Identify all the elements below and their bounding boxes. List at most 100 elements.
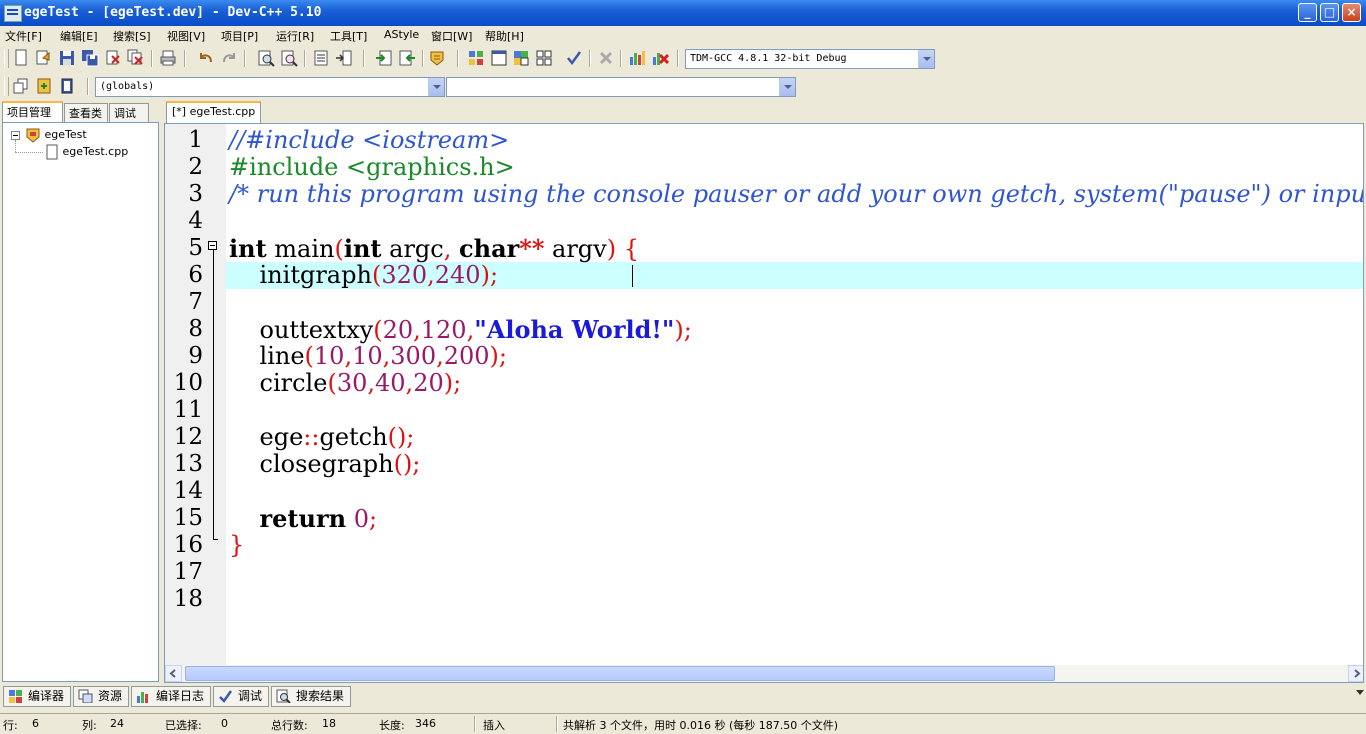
code-text-area[interactable]: //#include <iostream> #include <graphics.…: [226, 124, 1363, 666]
maximize-button[interactable]: □: [1320, 3, 1339, 22]
tab-resources[interactable]: 资源: [73, 686, 129, 707]
code-line: }: [229, 532, 244, 559]
tree-file-node[interactable]: egeTest.cpp: [45, 144, 128, 160]
code-token: main: [266, 235, 335, 263]
scope-select[interactable]: (globals): [95, 77, 445, 97]
scroll-right-icon[interactable]: [1348, 665, 1363, 682]
chevron-down-icon[interactable]: [918, 50, 934, 68]
print-icon[interactable]: [159, 49, 177, 67]
code-token: 300: [390, 342, 437, 370]
delete-profile-icon[interactable]: [651, 49, 670, 67]
tab-compiler[interactable]: 编译器: [3, 686, 71, 707]
editor-tab-egetest-cpp[interactable]: [*] egeTest.cpp: [166, 101, 262, 123]
status-separator: [556, 716, 558, 732]
expand-panel-icon[interactable]: [1356, 690, 1364, 695]
scrollbar-thumb[interactable]: [185, 666, 1055, 681]
toolbar-separator: [363, 50, 365, 67]
devcpp-app-icon[interactable]: [4, 5, 22, 22]
code-token: argc: [381, 235, 444, 263]
code-editor[interactable]: 1 2 3 4 5 6 7 8 9 10 11 12 13 14 15 16 17 18 //#include <…: [164, 123, 1364, 683]
classbar-toolbar: (globals): [0, 73, 800, 100]
compiler-select-value: TDM-GCC 4.8.1 32-bit Debug: [690, 53, 847, 64]
menu-help[interactable]: 帮助[H]: [485, 28, 524, 44]
tab-debug[interactable]: 调试: [109, 103, 149, 123]
bottom-panel-tabs: 编译器 资源 编译日志 调试 搜索结果: [0, 686, 1366, 708]
menu-search[interactable]: 搜索[S]: [113, 28, 151, 44]
menu-file[interactable]: 文件[F]: [5, 28, 42, 44]
stop-execution-icon[interactable]: [597, 49, 615, 67]
compiler-select[interactable]: TDM-GCC 4.8.1 32-bit Debug: [685, 49, 935, 69]
menu-window[interactable]: 窗口[W]: [431, 28, 472, 44]
close-button[interactable]: ×: [1342, 3, 1361, 22]
minimize-button[interactable]: _: [1298, 3, 1317, 22]
replace-icon[interactable]: [280, 49, 298, 67]
find-icon[interactable]: [257, 49, 275, 67]
chevron-down-icon[interactable]: [779, 78, 795, 96]
tab-project-manager[interactable]: 项目管理: [2, 101, 63, 123]
code-token: 240: [434, 261, 481, 289]
syntax-check-icon[interactable]: [565, 49, 583, 67]
member-select[interactable]: [446, 77, 796, 97]
code-token: }: [229, 531, 245, 559]
code-token: 40: [375, 369, 406, 397]
status-sel-value: 0: [221, 717, 228, 730]
profile-analysis-icon[interactable]: [628, 49, 646, 67]
menu-run[interactable]: 运行[R]: [276, 28, 314, 44]
menu-tools[interactable]: 工具[T]: [330, 28, 367, 44]
redo-icon[interactable]: [220, 49, 238, 67]
code-token: (: [327, 369, 337, 397]
menu-edit[interactable]: 编辑[E]: [60, 28, 98, 44]
new-file-icon[interactable]: [12, 49, 30, 67]
open-file-icon[interactable]: [34, 49, 52, 67]
save-all-icon[interactable]: [81, 49, 99, 67]
goto-function-icon[interactable]: [335, 49, 353, 67]
compile-run-icon[interactable]: [512, 49, 530, 67]
tab-compile-log[interactable]: 编译日志: [131, 686, 211, 707]
collapse-toggle-icon[interactable]: [11, 131, 20, 140]
close-file-icon[interactable]: [104, 49, 122, 67]
status-col-value: 24: [110, 717, 124, 730]
line-number: 17: [173, 559, 203, 585]
toolbar-separator: [589, 50, 591, 67]
compile-icon[interactable]: [467, 49, 485, 67]
goto-line-icon[interactable]: [312, 49, 330, 67]
tree-file-label: egeTest.cpp: [62, 145, 129, 158]
fold-collapse-icon[interactable]: [208, 241, 217, 250]
save-icon[interactable]: [58, 49, 76, 67]
code-token: 200: [443, 342, 490, 370]
project-options-icon[interactable]: [428, 49, 446, 67]
add-to-project-icon[interactable]: [398, 49, 416, 67]
code-token: ,: [427, 261, 435, 289]
menu-astyle[interactable]: AStyle: [384, 28, 419, 41]
menu-project[interactable]: 项目[P]: [221, 28, 258, 44]
code-token: "Aloha World!": [474, 315, 675, 344]
goto-bookmark-icon[interactable]: [58, 77, 76, 95]
close-all-icon[interactable]: [127, 49, 145, 67]
toolbar-grip[interactable]: [4, 49, 9, 68]
title-bar: egeTest - [egeTest.dev] - Dev-C++ 5.10 _…: [0, 0, 1366, 26]
tree-project-node[interactable]: egeTest: [25, 127, 87, 143]
tab-search-results[interactable]: 搜索结果: [271, 686, 351, 707]
line-number: 9: [188, 343, 203, 369]
toggle-bookmark-icon[interactable]: [35, 77, 53, 95]
chevron-down-icon[interactable]: [428, 78, 444, 96]
run-icon[interactable]: [490, 49, 508, 67]
menu-view[interactable]: 视图[V]: [167, 28, 205, 44]
tab-compile-log-label: 编译日志: [156, 689, 205, 703]
cpp-file-icon: [46, 144, 58, 160]
code-token: initgraph: [229, 261, 372, 289]
tab-debug-output[interactable]: 调试: [213, 686, 269, 707]
code-token: ::: [303, 423, 320, 451]
scroll-left-icon[interactable]: [165, 665, 182, 682]
scope-select-value: (globals): [100, 81, 155, 92]
new-project-icon[interactable]: [375, 49, 393, 67]
toolbar-grip[interactable]: [4, 77, 9, 96]
line-number: 8: [188, 316, 203, 342]
undo-icon[interactable]: [197, 49, 215, 67]
code-line: initgraph(320,240);: [229, 261, 499, 289]
tab-class-browser[interactable]: 查看类: [64, 103, 108, 123]
insert-icon[interactable]: [12, 77, 30, 95]
horizontal-scrollbar[interactable]: [165, 665, 1363, 682]
code-line: ege::getch();: [229, 423, 415, 451]
rebuild-all-icon[interactable]: [535, 49, 553, 67]
